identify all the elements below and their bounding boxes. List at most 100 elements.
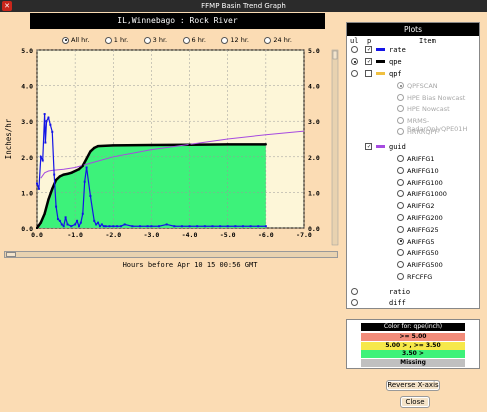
guid-source-item[interactable]: ARIFFG2 <box>347 201 479 211</box>
rate-data-point <box>85 166 88 169</box>
guid-source-item[interactable]: ARIFFG200 <box>347 213 479 223</box>
qpf-source-item[interactable]: HPE Bias Nowcast <box>347 93 479 103</box>
plot-item-rate[interactable]: rate <box>347 45 479 55</box>
rate-data-point <box>108 225 111 228</box>
qpf-source-item[interactable]: HPE Nowcast <box>347 104 479 114</box>
plot-checkbox-qpf[interactable] <box>365 70 372 77</box>
ul-radio-qpe[interactable] <box>351 58 358 65</box>
qpe-data-point <box>77 168 80 171</box>
time-option-label: All hr. <box>71 36 90 44</box>
rate-data-point <box>100 223 103 226</box>
plot-checkbox-guid[interactable] <box>365 142 372 150</box>
guid-source-item[interactable]: RFCFFG <box>347 272 479 282</box>
qpe-data-point <box>81 164 84 167</box>
qpf-source-label: HPE Bias Nowcast <box>407 93 466 102</box>
qpf-source-item[interactable]: QPFSCAN <box>347 81 479 91</box>
time-option-radio[interactable] <box>221 36 229 44</box>
close-window-icon[interactable]: ✕ <box>2 1 12 11</box>
qpe-data-point <box>58 175 61 178</box>
y-tick-label-left: 1.0 <box>21 189 33 197</box>
time-option-radio[interactable] <box>264 36 272 44</box>
qpe-data-point <box>85 157 88 160</box>
guid-source-label: ARIFFG100 <box>407 178 443 187</box>
qpe-data-point <box>43 212 46 215</box>
guid-source-radio[interactable] <box>397 190 404 198</box>
qpf-source-radio[interactable] <box>397 93 404 101</box>
guid-source-radio[interactable] <box>397 249 404 257</box>
rate-data-point <box>89 194 92 197</box>
horizontal-scrollbar[interactable] <box>4 251 338 258</box>
plot-item-guid[interactable]: guid <box>347 142 479 152</box>
time-option-radio[interactable] <box>143 36 151 44</box>
y-tick-label-right: 1.0 <box>308 189 320 197</box>
guid-source-item[interactable]: ARIFFG5 <box>347 237 479 247</box>
guid-source-radio[interactable] <box>397 214 404 221</box>
guid-source-item[interactable]: ARIFFG1 <box>347 154 479 164</box>
qpe-data-point <box>74 170 77 173</box>
guid-source-item[interactable]: ARIFFG25 <box>347 225 479 235</box>
guid-source-radio[interactable] <box>397 178 404 186</box>
x-tick-label: -6.0 <box>258 231 274 239</box>
time-option-radio[interactable] <box>62 36 69 44</box>
guid-source-item[interactable]: ARIFFG100 <box>347 178 479 188</box>
qpf-source-radio[interactable] <box>397 105 404 112</box>
rate-data-point <box>257 225 260 228</box>
plot-checkbox-qpe[interactable] <box>365 58 372 65</box>
diff-label: diff <box>389 299 406 308</box>
guid-source-item[interactable]: ARIFFG10 <box>347 166 479 176</box>
rate-data-point <box>95 223 98 226</box>
rate-data-point <box>45 120 48 123</box>
time-option-radio[interactable] <box>104 36 112 44</box>
qpf-source-radio[interactable] <box>397 116 404 124</box>
plot-checkbox-rate[interactable] <box>365 46 372 53</box>
guid-source-radio[interactable] <box>397 202 404 210</box>
ratio-radio[interactable] <box>351 287 358 295</box>
close-button[interactable]: Close <box>400 396 430 408</box>
plot-item-ratio[interactable]: ratio <box>347 287 479 297</box>
plot-item-diff[interactable]: diff <box>347 298 479 308</box>
guid-source-item[interactable]: ARIFFG1000 <box>347 189 479 199</box>
rate-data-point <box>188 225 191 228</box>
rate-data-point <box>211 225 214 228</box>
rate-data-point <box>138 225 141 228</box>
qpf-source-item[interactable]: HRRRQPF <box>347 127 479 137</box>
qpe-data-point <box>55 178 58 181</box>
qpe-data-point <box>112 144 115 147</box>
guid-source-radio[interactable] <box>397 155 404 162</box>
qpe-data-point <box>70 171 73 174</box>
diff-radio[interactable] <box>351 299 358 307</box>
time-option-radio[interactable] <box>182 36 190 44</box>
guid-source-item[interactable]: ARIFFG500 <box>347 260 479 270</box>
qpf-source-radio[interactable] <box>397 82 404 89</box>
guid-source-radio[interactable] <box>397 166 404 174</box>
legend-row: Missing <box>361 358 465 367</box>
plot-item-qpe[interactable]: qpe <box>347 57 479 67</box>
ul-radio-rate[interactable] <box>351 46 358 53</box>
ratio-label: ratio <box>389 287 411 296</box>
scrollbar-thumb[interactable] <box>6 252 16 257</box>
guid-source-label: ARIFFG50 <box>407 249 439 258</box>
rate-data-point <box>77 225 80 228</box>
rate-data-point <box>60 223 63 226</box>
reverse-x-axis-button[interactable]: Reverse X-axis <box>386 380 440 391</box>
ul-radio-qpf[interactable] <box>351 70 358 77</box>
rate-data-point <box>264 225 267 228</box>
guid-source-radio[interactable] <box>397 261 404 269</box>
plots-panel-title: Plots <box>347 23 479 36</box>
y-axis-label: Inches/hr <box>4 118 13 159</box>
color-swatch-guid <box>376 144 385 148</box>
plot-label-rate: rate <box>389 46 406 54</box>
guid-source-radio[interactable] <box>397 225 404 233</box>
qpe-data-point <box>47 198 50 201</box>
guid-source-item[interactable]: ARIFFG50 <box>347 248 479 258</box>
x-tick-label: -5.0 <box>220 231 236 239</box>
plot-item-qpf[interactable]: qpf <box>347 69 479 79</box>
qpf-source-radio[interactable] <box>397 128 404 135</box>
rate-data-point <box>76 219 79 222</box>
rate-data-point <box>241 225 244 228</box>
guid-source-radio[interactable] <box>397 273 404 280</box>
guid-source-radio[interactable] <box>397 237 404 245</box>
rate-data-point <box>43 113 46 116</box>
qpf-source-item[interactable]: MRMS-RadarOnlyQPE01H <box>347 116 479 133</box>
rate-data-point <box>62 225 65 228</box>
